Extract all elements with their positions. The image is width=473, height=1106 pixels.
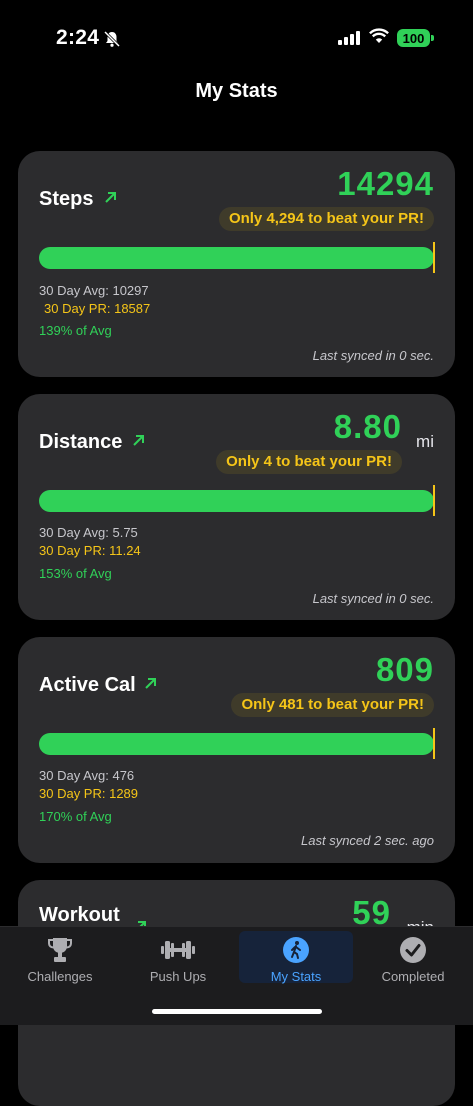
stat-value: 14294 [337,165,434,202]
pr-marker [433,242,435,273]
tab-label: My Stats [270,969,322,984]
thirty-day-avg: 30 Day Avg: 5.75 [39,525,138,540]
tab-label: Challenges [27,969,93,984]
wifi-icon [369,28,389,49]
tab-challenges[interactable]: Challenges [3,931,117,984]
battery-tip [431,35,434,41]
card-title: Active Cal [39,674,136,696]
tab-completed[interactable]: Completed [356,931,470,984]
cellular-signal-icon [338,31,360,50]
pr-message-badge: Only 481 to beat your PR! [231,693,434,717]
thirty-day-pr: 30 Day PR: 1289 [39,786,139,801]
trend-up-arrow-icon [132,434,145,452]
card-title: Steps [39,188,94,210]
pr-marker [433,485,435,516]
pr-marker [433,728,435,759]
progress-bar [39,733,434,755]
last-synced: Last synced 2 sec. ago [301,833,434,848]
stat-unit: mi [416,432,434,451]
thirty-day-avg: 30 Day Avg: 476 [39,768,135,783]
stat-card-distance[interactable]: Distance 8.80 mi Only 4 to beat your PR!… [18,394,455,620]
tab-label: Completed [381,969,445,984]
checkmark-circle-icon [356,936,470,964]
pr-message-badge: Only 4 to beat your PR! [216,450,402,474]
dumbbell-icon [121,936,235,964]
percent-of-avg: 153% of Avg [39,566,112,581]
status-bar: 2:24 100 [0,0,473,76]
page-title: My Stats [195,80,278,102]
battery-indicator: 100 [397,29,430,47]
trophy-icon [3,936,117,964]
status-time: 2:24 [56,26,100,49]
tab-push-ups[interactable]: Push Ups [121,931,235,984]
thirty-day-pr: 30 Day PR: 11.24 [39,543,141,558]
percent-of-avg: 170% of Avg [39,809,112,824]
stat-card-active-cal[interactable]: Active Cal 809 Only 481 to beat your PR!… [18,637,455,863]
pr-message-badge: Only 4,294 to beat your PR! [218,207,434,231]
home-indicator[interactable] [152,1009,322,1014]
card-title: Workout [39,904,120,926]
progress-bar [39,247,434,269]
trend-up-arrow-icon [104,191,117,209]
walking-person-icon [239,936,353,964]
progress-bar [39,490,434,512]
last-synced: Last synced in 0 sec. [312,591,434,606]
percent-of-avg: 139% of Avg [39,323,112,338]
card-title: Distance [39,431,123,453]
stat-value: 8.80 [333,408,402,445]
trend-up-arrow-icon [144,677,157,695]
bell-muted-icon [103,30,121,53]
tab-my-stats[interactable]: My Stats [239,931,353,984]
stat-value: 809 [375,651,434,688]
tab-label: Push Ups [149,969,207,984]
last-synced: Last synced in 0 sec. [312,348,434,363]
thirty-day-pr: 30 Day PR: 18587 [44,301,151,316]
stat-card-steps[interactable]: Steps 14294 Only 4,294 to beat your PR! … [18,151,455,377]
thirty-day-avg: 30 Day Avg: 10297 [39,283,149,298]
